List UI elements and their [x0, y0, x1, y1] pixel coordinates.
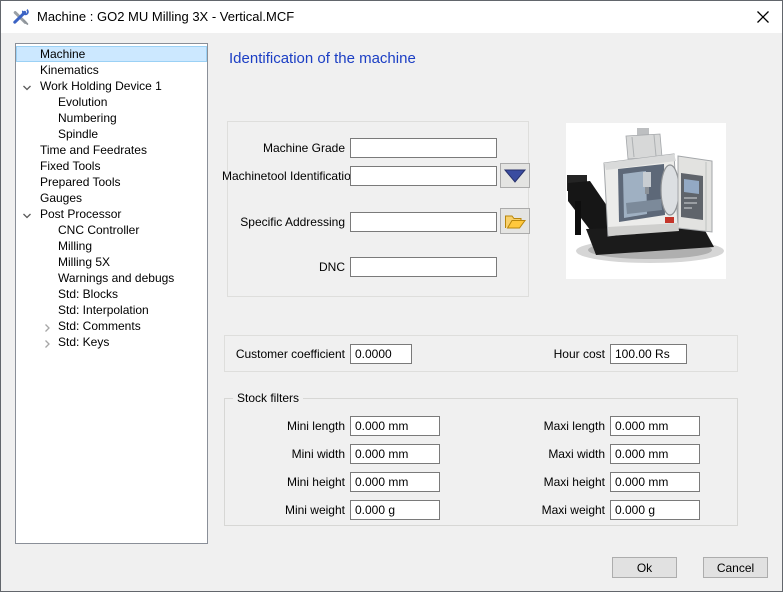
titlebar: Machine : GO2 MU Milling 3X - Vertical.M… [1, 1, 782, 33]
machine-properties-dialog: Machine : GO2 MU Milling 3X - Vertical.M… [0, 0, 783, 592]
browse-folder-button[interactable] [500, 208, 530, 234]
machine-grade-input[interactable] [350, 138, 497, 158]
hour-cost-label: Hour cost [505, 344, 605, 364]
cancel-button[interactable]: Cancel [703, 557, 768, 578]
tree-item-label: Time and Feedrates [40, 143, 147, 157]
mini-height-input[interactable] [350, 472, 440, 492]
mini-length-input[interactable] [350, 416, 440, 436]
cnc-machine-illustration [566, 123, 726, 279]
maxi-height-input[interactable] [610, 472, 700, 492]
machine-photo [566, 123, 726, 279]
machinetool-identification-input[interactable] [350, 166, 497, 186]
tree-item-label: Std: Interpolation [58, 303, 149, 317]
dnc-input[interactable] [350, 257, 497, 277]
tree-item-label: Milling [58, 239, 92, 253]
tree-item-label: Post Processor [40, 207, 121, 221]
stock-filters-group: Stock filters Mini length Mini width Min… [224, 398, 738, 526]
maxi-length-label: Maxi length [485, 416, 605, 436]
tree-item-label: Prepared Tools [40, 175, 121, 189]
window-title: Machine : GO2 MU Milling 3X - Vertical.M… [37, 1, 294, 33]
tree-item-label: Std: Blocks [58, 287, 118, 301]
maxi-width-input[interactable] [610, 444, 700, 464]
chevron-down-icon[interactable] [22, 81, 32, 91]
maxi-weight-input[interactable] [610, 500, 700, 520]
costs-group: Customer coefficient Hour cost [224, 335, 738, 372]
tree-item-std-interpolation[interactable]: Std: Interpolation [16, 302, 207, 318]
page-title: Identification of the machine [229, 50, 416, 67]
maxi-width-label: Maxi width [485, 444, 605, 464]
machinetool-identification-label: Machinetool Identification [222, 166, 345, 186]
customer-coefficient-input[interactable] [350, 344, 412, 364]
specific-addressing-label: Specific Addressing [228, 212, 345, 232]
tree-item-gauges[interactable]: Gauges [16, 190, 207, 206]
tree-item-std-blocks[interactable]: Std: Blocks [16, 286, 207, 302]
tree-item-post-processor[interactable]: Post Processor [16, 206, 207, 222]
tree-item-label: Kinematics [40, 63, 99, 77]
mini-weight-input[interactable] [350, 500, 440, 520]
tree-item-warnings-and-debugs[interactable]: Warnings and debugs [16, 270, 207, 286]
tree-item-label: Work Holding Device 1 [40, 79, 162, 93]
tree-item-fixed-tools[interactable]: Fixed Tools [16, 158, 207, 174]
tree-item-label: Spindle [58, 127, 98, 141]
specific-addressing-input[interactable] [350, 212, 497, 232]
dnc-label: DNC [228, 257, 345, 277]
tree-item-label: CNC Controller [58, 223, 139, 237]
tree-item-numbering[interactable]: Numbering [16, 110, 207, 126]
tree-item-label: Machine [40, 47, 85, 61]
hour-cost-input[interactable] [610, 344, 687, 364]
tree-item-cnc-controller[interactable]: CNC Controller [16, 222, 207, 238]
tree-item-evolution[interactable]: Evolution [16, 94, 207, 110]
close-icon[interactable] [756, 10, 770, 24]
tree-item-milling[interactable]: Milling [16, 238, 207, 254]
settings-tree: Machine Kinematics Work Holding Device 1 Ev… [15, 43, 208, 544]
chevron-right-icon[interactable] [42, 337, 52, 347]
tree-item-spindle[interactable]: Spindle [16, 126, 207, 142]
maxi-length-input[interactable] [610, 416, 700, 436]
tree-item-time-and-feedrates[interactable]: Time and Feedrates [16, 142, 207, 158]
customer-coefficient-label: Customer coefficient [225, 344, 345, 364]
tree-item-machine[interactable]: Machine [16, 46, 207, 62]
tree-item-prepared-tools[interactable]: Prepared Tools [16, 174, 207, 190]
tree-item-kinematics[interactable]: Kinematics [16, 62, 207, 78]
tree-item-work-holding-device-1[interactable]: Work Holding Device 1 [16, 78, 207, 94]
maxi-height-label: Maxi height [485, 472, 605, 492]
chevron-down-icon[interactable] [22, 209, 32, 219]
mini-height-label: Mini height [225, 472, 345, 492]
machinetool-dropdown-button[interactable] [500, 163, 530, 188]
tree-item-milling-5x[interactable]: Milling 5X [16, 254, 207, 270]
maxi-weight-label: Maxi weight [485, 500, 605, 520]
tree-item-label: Gauges [40, 191, 82, 205]
identification-group: Machine Grade Machinetool Identification… [227, 121, 529, 297]
machine-grade-label: Machine Grade [228, 138, 345, 158]
tree-item-std-keys[interactable]: Std: Keys [16, 334, 207, 350]
chevron-right-icon[interactable] [42, 321, 52, 331]
mini-width-label: Mini width [225, 444, 345, 464]
dropdown-triangle-icon [503, 168, 527, 184]
open-folder-icon [504, 213, 526, 230]
mini-width-input[interactable] [350, 444, 440, 464]
tree-item-label: Warnings and debugs [58, 271, 174, 285]
tools-icon [11, 8, 29, 26]
stock-filters-legend: Stock filters [233, 391, 303, 406]
mini-length-label: Mini length [225, 416, 345, 436]
ok-button[interactable]: Ok [612, 557, 677, 578]
tree-item-label: Numbering [58, 111, 117, 125]
mini-weight-label: Mini weight [225, 500, 345, 520]
tree-item-label: Milling 5X [58, 255, 110, 269]
tree-item-label: Fixed Tools [40, 159, 100, 173]
tree-item-std-comments[interactable]: Std: Comments [16, 318, 207, 334]
tree-item-label: Evolution [58, 95, 107, 109]
tree-item-label: Std: Comments [58, 319, 141, 333]
tree-item-label: Std: Keys [58, 335, 109, 349]
